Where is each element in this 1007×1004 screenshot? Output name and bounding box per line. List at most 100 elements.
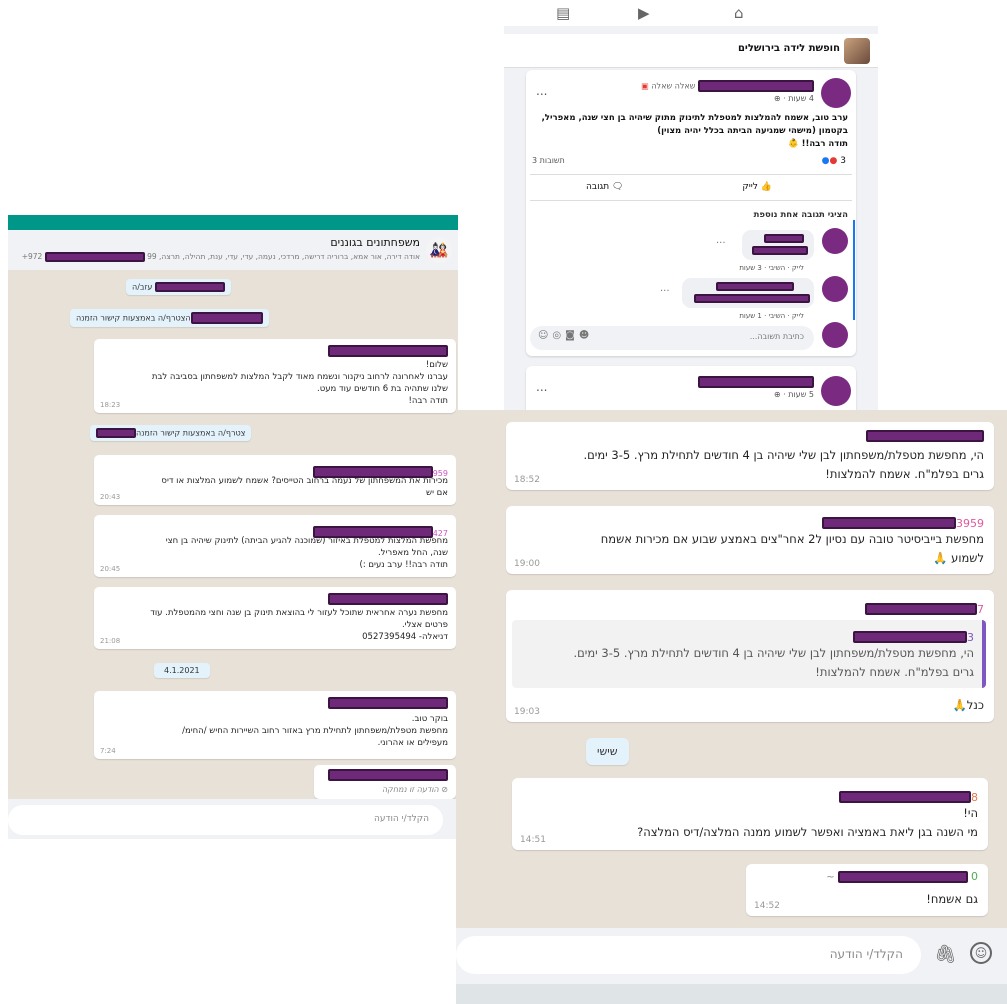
reply-meta[interactable]: לייק · השיבי · 1 שעות bbox=[739, 312, 804, 320]
system-message: עזב/ה bbox=[126, 279, 231, 295]
sender-number: 7 bbox=[977, 603, 984, 616]
group-members: +972 אודה דירה, אור אמא, ברוריה דרישה, מ… bbox=[22, 252, 420, 262]
watch-icon[interactable]: ▶ bbox=[638, 4, 650, 22]
question-badge: שאלה שאלה bbox=[651, 81, 696, 91]
write-reply-input[interactable]: כתיבת תשובה... ☺◎◙☻ bbox=[530, 326, 814, 350]
quoted-line: גרים בפלמ"ח. אשמח להמלצות! bbox=[815, 665, 974, 679]
post-author-avatar[interactable] bbox=[821, 78, 851, 108]
message-line: מכירות את המשפחתון של נעמה ברחוב הטייסים… bbox=[161, 476, 448, 486]
message-time: 14:51 bbox=[520, 835, 546, 845]
whatsapp-chat-right: הי, מחפשת מטפלת/משפחתון לבן שלי שיהיה בן… bbox=[456, 410, 1007, 1004]
reply-avatar[interactable] bbox=[822, 276, 848, 302]
message-bubble: 959 מכירות את המשפחתון של נעמה ברחוב הטי… bbox=[94, 455, 456, 505]
message-time: 19:00 bbox=[514, 559, 540, 569]
input-placeholder: הקלד/י הודעה bbox=[374, 814, 429, 824]
message-time: 20:45 bbox=[100, 565, 121, 573]
group-header: חופשת לידה בירושלים bbox=[504, 34, 878, 68]
redacted-sender bbox=[328, 769, 448, 781]
top-accent-bar bbox=[8, 215, 458, 230]
message-line: הי, מחפשת מטפלת/משפחתון לבן שלי שיהיה בן… bbox=[583, 448, 985, 462]
day-chip: שישי bbox=[586, 738, 629, 765]
message-line: כנל🙏 bbox=[952, 698, 984, 712]
post-more-button[interactable]: ... bbox=[536, 380, 547, 394]
redacted-name bbox=[716, 282, 794, 291]
question-icon: ▣ bbox=[641, 81, 649, 91]
redacted-sender bbox=[865, 602, 977, 615]
message-line: גרים בפלמ"ח. אשמח להמלצות! bbox=[825, 467, 984, 481]
divider bbox=[530, 174, 852, 175]
message-bubble: 8 הי! מי השנה בגן ליאת באמציה ואפשר לשמו… bbox=[512, 778, 988, 850]
redacted-name bbox=[190, 312, 263, 324]
facebook-top-nav: ▤ ▶ ⌂ bbox=[504, 0, 878, 26]
attach-icon[interactable]: 🖇 bbox=[934, 944, 957, 965]
redacted-name bbox=[96, 428, 136, 438]
like-reaction-icon: ● bbox=[821, 156, 830, 166]
tilde: ~ bbox=[826, 872, 835, 883]
globe-icon: ⊕ bbox=[773, 390, 781, 399]
write-reply-placeholder: כתיבת תשובה... bbox=[749, 332, 804, 341]
thread-line bbox=[853, 220, 855, 320]
facebook-group-panel: ▤ ▶ ⌂ חופשת לידה בירושלים ... שאלה שאלה … bbox=[504, 0, 878, 412]
message-input[interactable]: הקלד/י הודעה bbox=[8, 805, 443, 835]
redacted-sender bbox=[328, 345, 448, 357]
redacted-name bbox=[764, 234, 804, 243]
redacted-name bbox=[154, 282, 225, 292]
message-line: מחפשת בייביסיטר טובה עם נסיון ל2 אחר"צים… bbox=[600, 532, 984, 546]
group-icon[interactable]: 🎎 bbox=[426, 237, 452, 263]
date-chip: 4.1.2021 bbox=[154, 663, 210, 678]
message-line: מחפשת המלצות למטפלת באיזור (שמוכנה להגיע… bbox=[165, 536, 448, 546]
globe-icon: ⊕ bbox=[773, 94, 781, 103]
reactions-count[interactable]: 3 bbox=[840, 156, 846, 166]
heart-reaction-icon: ● bbox=[829, 156, 838, 166]
message-time: 20:43 bbox=[100, 493, 121, 501]
post-author-avatar[interactable] bbox=[821, 376, 851, 406]
redacted-text bbox=[752, 246, 808, 255]
home-icon[interactable]: ⌂ bbox=[734, 4, 744, 22]
comments-count[interactable]: 3 תשובות bbox=[532, 156, 565, 165]
group-name[interactable]: משפחתונים בגוננים bbox=[330, 236, 420, 249]
message-line: עברנו לאחרונה לרחוב ניקנור ונשמח מאוד לק… bbox=[151, 372, 448, 382]
reply-more-button[interactable]: ··· bbox=[660, 286, 670, 297]
my-avatar bbox=[822, 322, 848, 348]
message-line: לשמוע 🙏 bbox=[933, 551, 984, 565]
message-line: שלנו שתהיה בת 6 חודשים עוד מעט. bbox=[317, 384, 448, 394]
reply-meta[interactable]: לייק · השיבי · 3 שעות bbox=[739, 264, 804, 272]
message-line: מי השנה בגן ליאת באמציה ואפשר לשמוע ממנה… bbox=[637, 825, 978, 839]
redacted-sender bbox=[853, 630, 967, 643]
message-bubble: ⊘ הודעה זו נמחקה bbox=[314, 765, 456, 799]
message-line: תודה רבה!! ערב נעים :) bbox=[359, 560, 448, 570]
message-line: שנה, החל מאפריל. bbox=[377, 548, 448, 558]
comment-button[interactable]: 🗨 תגובה bbox=[586, 182, 623, 192]
message-line: הי! bbox=[963, 806, 978, 820]
chat-header[interactable]: 🎎 משפחתונים בגוננים +972 אודה דירה, אור … bbox=[8, 230, 458, 270]
system-message: הצטרף/ה באמצעות קישור הזמנה bbox=[70, 309, 269, 327]
input-placeholder: הקלד/י הודעה bbox=[829, 947, 903, 961]
like-button[interactable]: 👍 לייק bbox=[742, 182, 772, 192]
message-bubble: 427 מחפשת המלצות למטפלת באיזור (שמוכנה ל… bbox=[94, 515, 456, 577]
reply-bubble bbox=[682, 278, 814, 308]
baby-emoji-icon: 👶 bbox=[788, 139, 799, 149]
show-more-replies[interactable]: הציגי תגובה אחת נוספת bbox=[754, 210, 848, 220]
system-message: צטרף/ה באמצעות קישור הזמנה bbox=[90, 425, 252, 441]
group-avatar[interactable] bbox=[844, 38, 870, 64]
message-input[interactable]: הקלד/י הודעה bbox=[456, 936, 921, 974]
reply-more-button[interactable]: ··· bbox=[716, 238, 726, 249]
reply-toolbar-icons[interactable]: ☺◎◙☻ bbox=[538, 330, 593, 341]
marketplace-icon[interactable]: ▤ bbox=[556, 4, 570, 22]
message-time: 7:24 bbox=[100, 747, 116, 755]
message-bubble: הי, מחפשת מטפלת/משפחתון לבן שלי שיהיה בן… bbox=[506, 422, 994, 490]
message-bubble: 0 ~ גם אשמח! 14:52 bbox=[746, 864, 988, 916]
reply-avatar[interactable] bbox=[822, 228, 848, 254]
quoted-sender-number: 3 bbox=[967, 631, 974, 644]
emoji-icon[interactable]: ☺ bbox=[970, 942, 992, 964]
system-text: הצטרף/ה באמצעות קישור הזמנה bbox=[76, 313, 191, 323]
quoted-message[interactable]: 3 הי, מחפשת מטפלת/משפחתון לבן שלי שיהיה … bbox=[512, 620, 986, 688]
group-title[interactable]: חופשת לידה בירושלים bbox=[738, 43, 840, 54]
divider bbox=[530, 200, 852, 201]
message-line: שלום! bbox=[425, 360, 448, 370]
post-more-button[interactable]: ... bbox=[536, 84, 547, 98]
message-time: 14:52 bbox=[754, 901, 780, 911]
redacted-sender bbox=[328, 697, 448, 709]
message-bubble: 7 3 הי, מחפשת מטפלת/משפחתון לבן שלי שיהי… bbox=[506, 590, 994, 722]
redacted-phone bbox=[44, 252, 145, 262]
